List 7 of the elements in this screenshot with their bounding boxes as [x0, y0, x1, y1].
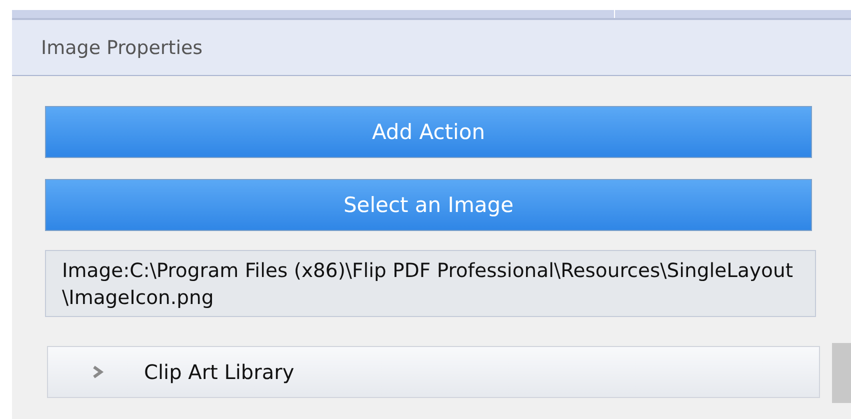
action-button[interactable]: Select an Image	[45, 179, 812, 231]
scrollbar[interactable]	[832, 343, 851, 403]
image-path-text: Image:C:\Program Files (x86)\Flip PDF Professional\Resources\SingleLayout\ImageIcon.png	[45, 250, 816, 317]
section-header[interactable]: Clip Art Library	[47, 346, 820, 398]
action-button[interactable]: Add Action	[45, 106, 812, 158]
panel-title: Image Properties	[41, 36, 203, 58]
section-label: Clip Art Library	[144, 360, 294, 384]
